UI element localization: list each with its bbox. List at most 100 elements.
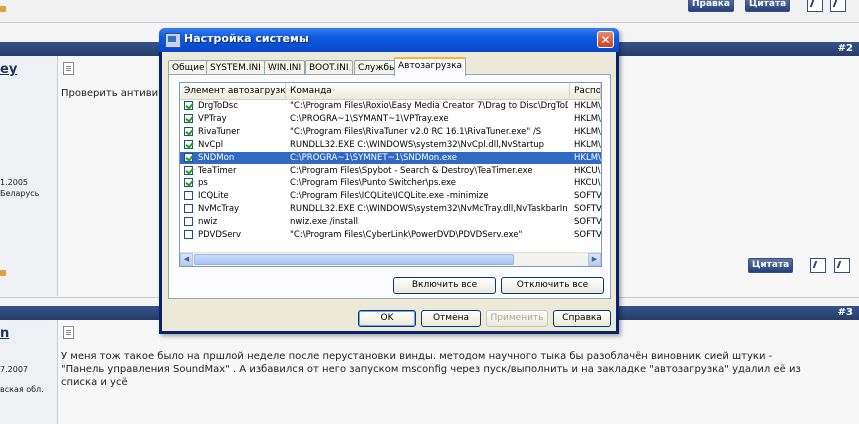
startup-command: C:\PROGRA~1\SYMNET~1\SNDMon.exe — [290, 152, 457, 163]
quote-button-top[interactable]: Цитата — [745, 0, 791, 12]
apply-button[interactable]: Применить — [486, 310, 548, 327]
tab-system-ini[interactable]: SYSTEM.INI — [206, 60, 265, 75]
table-row[interactable]: nwiz nwiz.exe /install SOFTV — [180, 216, 601, 228]
post-3-text-line2: "Панель управления SoundMax" . А избавил… — [61, 364, 801, 375]
quote-button-2[interactable]: Цитата — [748, 258, 794, 273]
startup-item-name: ps — [198, 178, 208, 189]
tab-startup[interactable]: Автозагрузка — [394, 57, 467, 76]
column-startup-item[interactable]: Элемент автозагрузки — [180, 83, 286, 99]
startup-command: C:\PROGRA~1\SYMANT~1\VPTray.exe — [290, 113, 449, 124]
status-dot — [0, 270, 6, 276]
startup-location: HKCU\ — [574, 165, 601, 176]
startup-item-name: RivaTuner — [198, 126, 240, 137]
reply-icon[interactable] — [810, 258, 826, 273]
column-command[interactable]: Команда — [286, 83, 570, 99]
top-post-footer: Правка Цитата — [0, 0, 859, 23]
startup-checkbox[interactable] — [184, 230, 193, 239]
table-row[interactable]: DrgToDsc "C:\Program Files\Roxio\Easy Med… — [180, 100, 601, 112]
table-row[interactable]: RivaTuner "C:\Program Files\RivaTuner v2.… — [180, 126, 601, 138]
startup-command: RUNDLL32.EXE C:\WINDOWS\system32\NvMcTra… — [290, 204, 568, 215]
tab-boot-ini[interactable]: BOOT.INI — [305, 60, 353, 75]
post-3-userinfo: n 7.2007 вская обл. — [0, 320, 58, 424]
tab-win-ini[interactable]: WIN.INI — [264, 60, 306, 75]
post-3-text-line1: У меня тож такое было на пршлой неделе п… — [61, 351, 773, 362]
edit-button[interactable]: Правка — [688, 0, 734, 12]
startup-item-name: DrgToDsc — [198, 101, 238, 111]
startup-checkbox[interactable] — [184, 126, 193, 136]
column-location[interactable]: Распо — [570, 83, 601, 99]
post-number-3[interactable]: #3 — [838, 307, 853, 318]
tab-general[interactable]: Общие — [168, 60, 209, 75]
startup-item-name: nwiz — [198, 217, 218, 228]
startup-checkbox[interactable] — [184, 113, 193, 123]
post-3-username[interactable]: n — [0, 326, 9, 341]
table-row[interactable]: TeaTimer C:\Program Files\Spybot - Search… — [180, 165, 601, 177]
post-3-reg-date: 7.2007 — [0, 365, 28, 374]
post-2-userinfo: ey 1.2005 Беларусь — [0, 56, 58, 296]
startup-list[interactable]: Элемент автозагрузки Команда Распо DrgTo… — [179, 82, 602, 267]
table-row[interactable]: NvCpl RUNDLL32.EXE C:\WINDOWS\system32\Nv… — [180, 139, 601, 151]
post-icon — [63, 326, 74, 339]
startup-location: HKCU\ — [574, 178, 601, 189]
table-row[interactable]: ps C:\Program Files\Punto Switcher\ps.exe… — [180, 177, 601, 189]
ok-button[interactable]: OK — [358, 310, 416, 327]
startup-command: "C:\Program Files\CyberLink\PowerDVD\PDV… — [290, 230, 523, 240]
startup-location: SOFTV — [574, 204, 601, 215]
startup-location: SOFTV — [574, 217, 601, 228]
table-row[interactable]: VPTray C:\PROGRA~1\SYMANT~1\VPTray.exe HKL… — [180, 113, 601, 125]
disable-all-button[interactable]: Отключить все — [501, 277, 604, 294]
post-2-username[interactable]: ey — [0, 62, 17, 77]
post-icon — [63, 62, 74, 75]
help-button[interactable]: Справка — [553, 310, 611, 327]
scroll-thumb[interactable] — [194, 254, 514, 265]
startup-checkbox[interactable] — [184, 165, 193, 175]
reply-icon[interactable] — [807, 0, 823, 12]
startup-location: SOFTV — [574, 191, 601, 202]
startup-checkbox[interactable] — [184, 152, 193, 162]
startup-command: RUNDLL32.EXE C:\WINDOWS\system32\NvCpl.d… — [290, 139, 545, 150]
table-row[interactable]: NvMcTray RUNDLL32.EXE C:\WINDOWS\system32… — [180, 203, 601, 215]
startup-item-name: PDVDServ — [198, 230, 242, 240]
multiquote-icon[interactable] — [830, 0, 846, 12]
horizontal-scrollbar[interactable]: ◀ ▶ — [180, 252, 601, 266]
startup-location: HKLM\ — [574, 139, 601, 150]
startup-item-name: NvMcTray — [198, 204, 240, 215]
startup-location: SOFTV — [574, 230, 601, 240]
scroll-left-icon[interactable]: ◀ — [180, 253, 193, 266]
startup-checkbox[interactable] — [184, 204, 193, 214]
table-row[interactable]: ICQLite C:\Program Files\ICQLite\ICQLite.… — [180, 190, 601, 202]
list-header: Элемент автозагрузки Команда Распо — [180, 83, 601, 100]
startup-location: HKLM\ — [574, 152, 601, 163]
startup-checkbox[interactable] — [184, 139, 193, 149]
table-row[interactable]: PDVDServ "C:\Program Files\CyberLink\Powe… — [180, 229, 601, 241]
startup-location: HKLM\ — [574, 101, 601, 111]
msconfig-dialog: Настройка системы ✕ Общие SYSTEM.INI WIN… — [159, 28, 619, 334]
scroll-right-icon[interactable]: ▶ — [588, 253, 601, 266]
table-row[interactable]: SNDMon C:\PROGRA~1\SYMNET~1\SNDMon.exe HKL… — [180, 151, 601, 164]
startup-checkbox[interactable] — [184, 191, 193, 201]
title-bar[interactable]: Настройка системы ✕ — [159, 28, 619, 52]
startup-checkbox[interactable] — [184, 101, 193, 110]
dialog-body: Общие SYSTEM.INI WIN.INI BOOT.INI Службы… — [162, 52, 616, 331]
startup-item-name: ICQLite — [198, 191, 229, 202]
startup-checkbox[interactable] — [184, 178, 193, 188]
status-dot — [0, 6, 6, 12]
startup-command: C:\Program Files\Spybot - Search & Destr… — [290, 165, 533, 176]
startup-location: HKLM\ — [574, 113, 601, 124]
cancel-button[interactable]: Отмена — [421, 310, 481, 327]
multiquote-icon[interactable] — [834, 258, 850, 273]
dialog-title: Настройка системы — [184, 32, 309, 45]
msconfig-icon — [165, 33, 181, 48]
startup-checkbox[interactable] — [184, 217, 193, 227]
post-2-reg-date: 1.2005 — [0, 178, 28, 187]
startup-item-name: SNDMon — [198, 152, 235, 163]
startup-item-name: NvCpl — [198, 139, 224, 150]
post-3-location: вская обл. — [0, 385, 44, 394]
close-button[interactable]: ✕ — [597, 31, 614, 48]
enable-all-button[interactable]: Включить все — [393, 277, 496, 294]
startup-command: C:\Program Files\ICQLite\ICQLite.exe -mi… — [290, 191, 489, 202]
post-number-2[interactable]: #2 — [838, 43, 853, 54]
startup-location: HKLM\ — [574, 126, 601, 137]
startup-command: nwiz.exe /install — [290, 217, 358, 228]
post-3-body: У меня тож такое было на пршлой неделе п… — [58, 320, 859, 424]
